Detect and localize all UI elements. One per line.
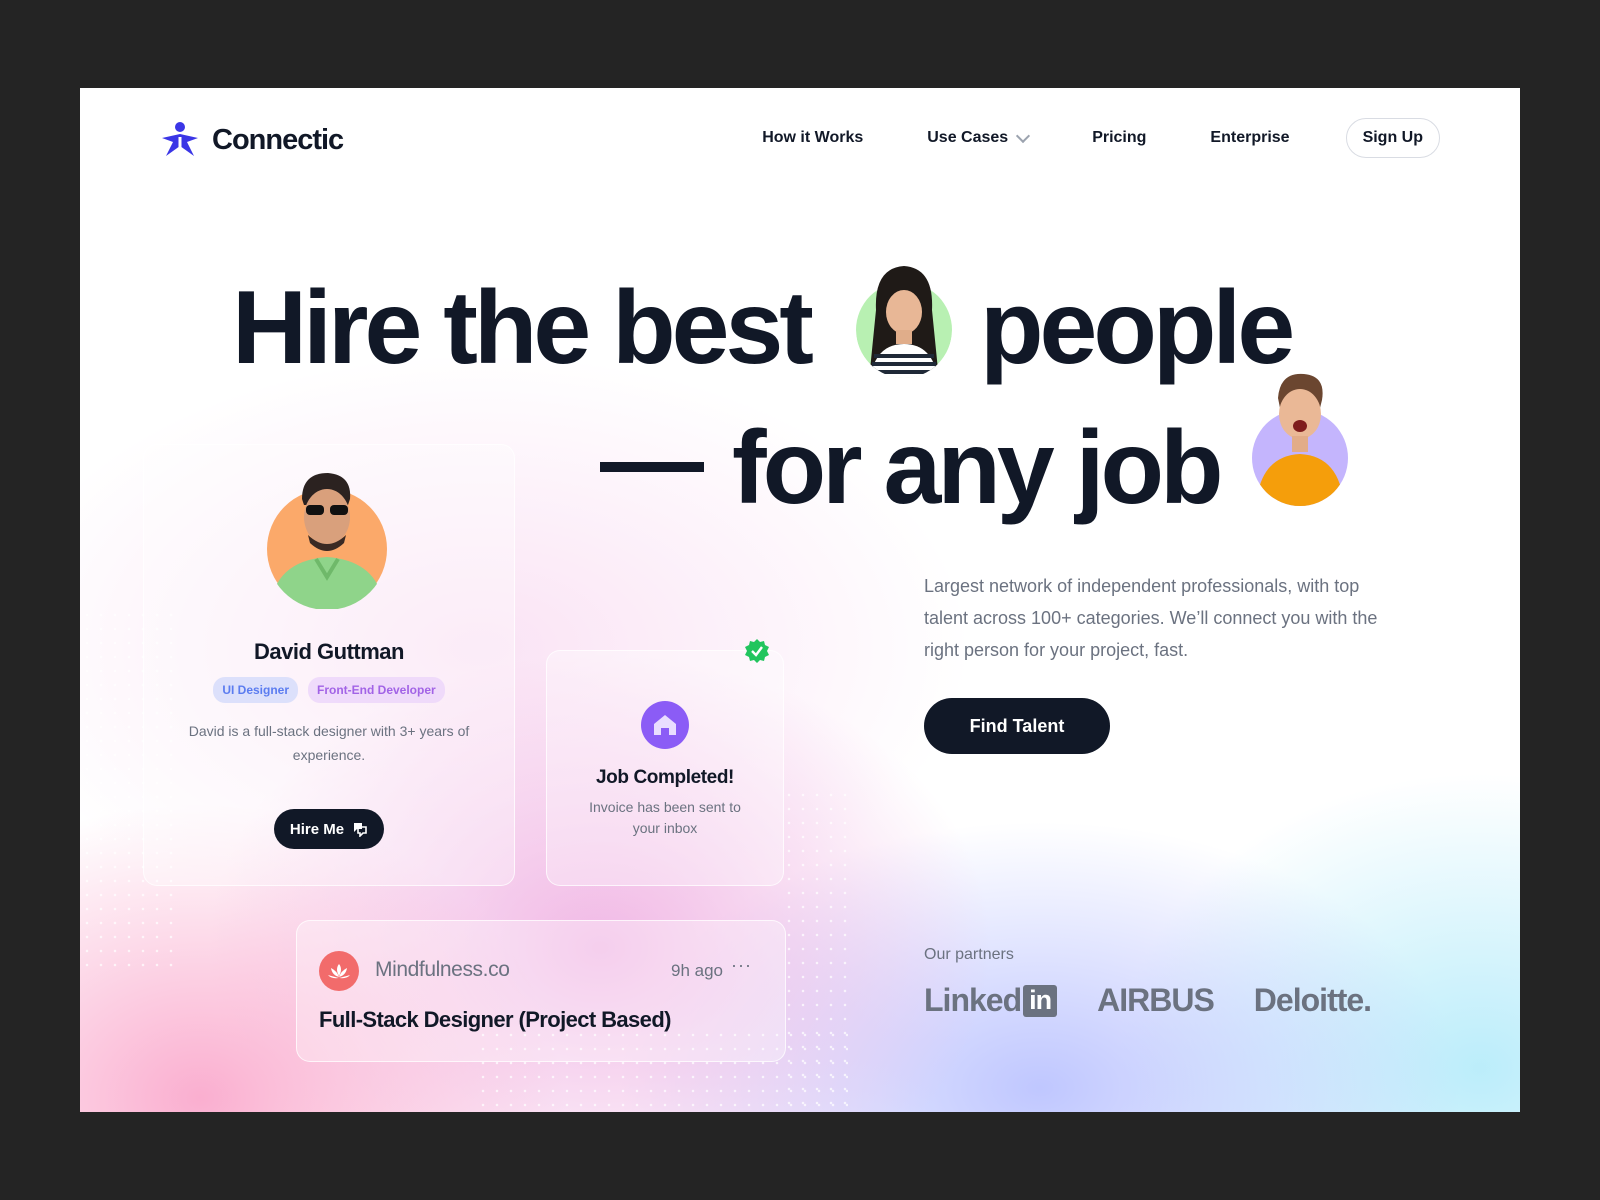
main-nav: How it Works Use Cases Pricing Enterpris… [762, 118, 1440, 158]
profile-card: David Guttman UI Designer Front-End Deve… [143, 444, 515, 886]
lotus-icon [319, 951, 359, 991]
hire-me-button[interactable]: Hire Me [274, 809, 384, 849]
brand-name: Connectic [212, 123, 344, 156]
more-options-icon[interactable]: ··· [731, 955, 752, 976]
headline-line-2: for any job [732, 410, 1224, 526]
nav-label: How it Works [762, 129, 864, 146]
job-completed-card: Job Completed! Invoice has been sent to … [546, 650, 784, 886]
nav-label: Use Cases [927, 129, 1009, 146]
find-talent-button[interactable]: Find Talent [924, 698, 1110, 754]
house-icon [641, 701, 689, 749]
profile-name: David Guttman [254, 639, 404, 664]
brand-logo[interactable]: Connectic [158, 122, 344, 158]
post-title: Full-Stack Designer (Project Based) [319, 1007, 671, 1032]
job-post-card[interactable]: Mindfulness.co 9h ago ··· Full-Stack Des… [296, 920, 786, 1062]
headline-part-1: Hire the best [232, 270, 814, 386]
nav-label: Pricing [1092, 129, 1147, 146]
job-subtitle: Invoice has been sent to your inbox [589, 799, 741, 836]
profile-tags: UI Designer Front-End Developer [144, 677, 514, 703]
man-avatar [1252, 372, 1348, 506]
headline-dash [600, 462, 704, 472]
post-time: 9h ago [671, 961, 723, 980]
tag-ui-designer: UI Designer [213, 677, 298, 703]
nav-use-cases[interactable]: Use Cases [927, 128, 1031, 147]
airbus-logo: AIRBUS [1097, 982, 1215, 1018]
chat-bubbles-icon [354, 823, 367, 837]
linkedin-text: Linked [924, 982, 1022, 1018]
nav-enterprise[interactable]: Enterprise [1210, 129, 1289, 147]
david-avatar [266, 469, 388, 609]
deloitte-logo: Deloitte. [1253, 982, 1372, 1018]
nav-pricing[interactable]: Pricing [1092, 129, 1146, 147]
job-title: Job Completed! [596, 767, 734, 788]
verified-badge-icon [745, 639, 769, 663]
landing-page: Connectic How it Works Use Cases Pricing… [80, 88, 1520, 1112]
headline-part-2: people [980, 270, 1295, 386]
woman-avatar [856, 260, 952, 378]
partner-logos: Linked in AIRBUS Deloitte. [924, 982, 1372, 1019]
connectic-logo-icon [162, 122, 198, 156]
lead-text: Largest network of independent professio… [924, 576, 1378, 660]
nav-how-it-works[interactable]: How it Works [762, 129, 863, 147]
partners-label: Our partners [924, 946, 1014, 963]
linkedin-logo: Linked in [924, 982, 1058, 1019]
nav-label: Enterprise [1210, 129, 1290, 146]
company-name: Mindfulness.co [375, 958, 510, 981]
profile-description: David is a full-stack designer with 3+ y… [188, 723, 470, 763]
chevron-down-icon [1016, 128, 1031, 143]
hire-me-label: Hire Me [289, 820, 345, 838]
linkedin-in-box: in [1023, 984, 1058, 1017]
tag-front-end-developer: Front-End Developer [308, 677, 445, 703]
sign-up-button[interactable]: Sign Up [1345, 118, 1440, 158]
